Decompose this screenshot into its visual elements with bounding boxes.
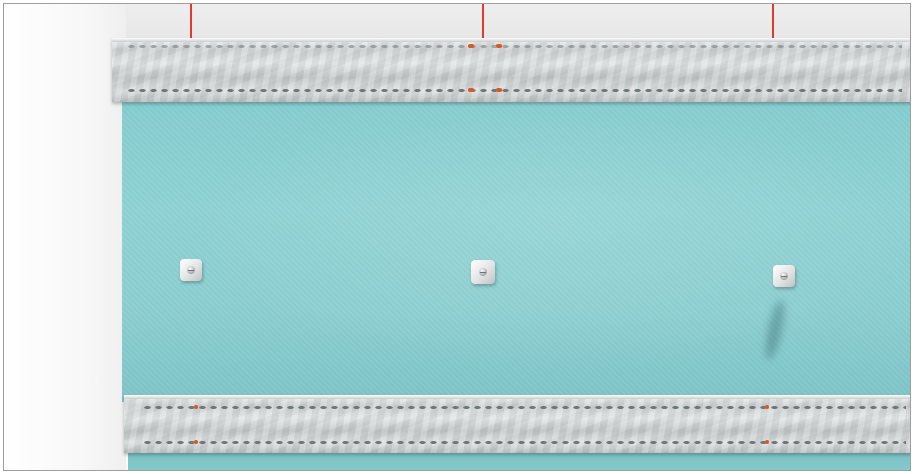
screw-washer-right <box>773 265 795 287</box>
fixing-mark <box>468 88 474 92</box>
rail-slot-row <box>126 44 902 49</box>
rail-slot-row <box>142 405 906 410</box>
fixing-mark <box>765 440 769 444</box>
metal-rail-top <box>112 38 910 102</box>
wall-surface-left <box>4 4 126 470</box>
fixing-mark <box>765 405 769 409</box>
fixing-mark <box>496 44 502 48</box>
fixing-mark <box>468 44 474 48</box>
screw-washer-center <box>471 260 495 284</box>
screw-washer-left <box>180 259 202 281</box>
laser-line-right <box>772 4 774 38</box>
fixing-mark <box>194 440 198 444</box>
laser-line-left <box>190 4 192 38</box>
image-frame <box>3 3 911 471</box>
rail-slot-row <box>142 440 906 445</box>
plasterboard-panel-lower <box>128 452 910 470</box>
plasterboard-panel <box>122 102 910 402</box>
laser-line-center <box>482 4 484 38</box>
rail-slot-row <box>126 88 902 93</box>
fixing-mark <box>194 405 198 409</box>
metal-rail-bottom <box>124 395 910 453</box>
fixing-mark <box>496 88 502 92</box>
